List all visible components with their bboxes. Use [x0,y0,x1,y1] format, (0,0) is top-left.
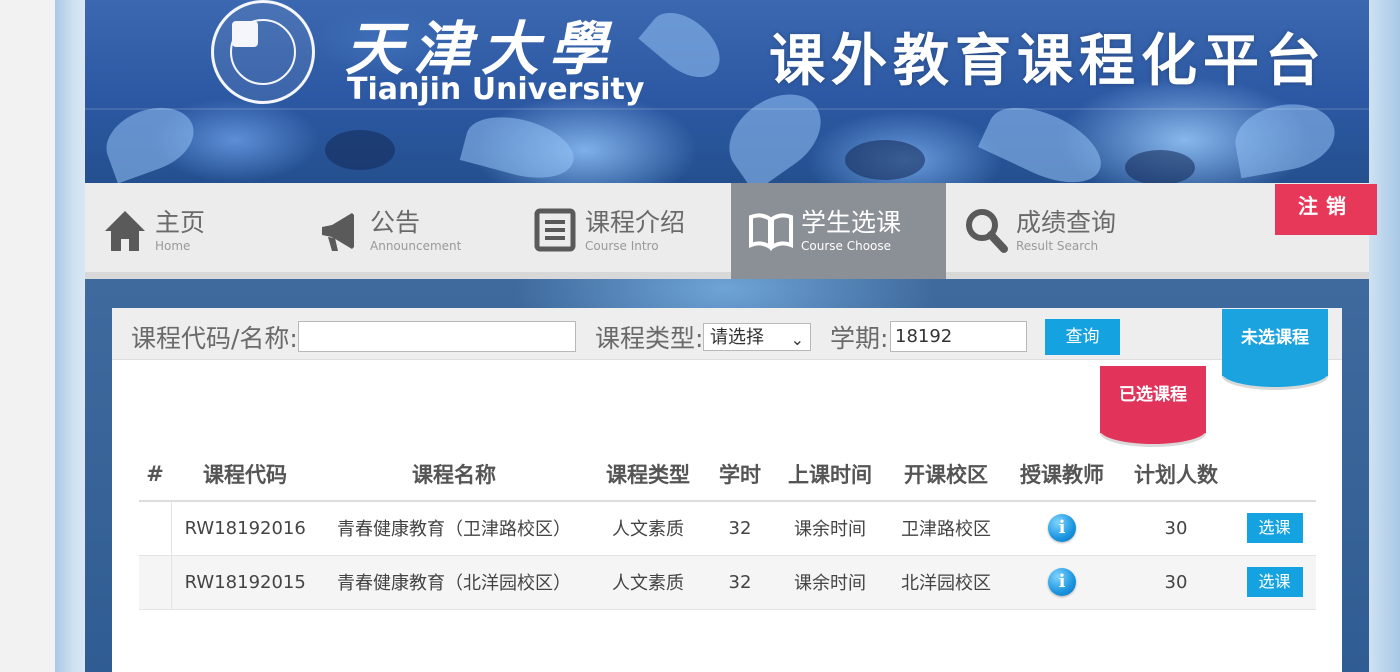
header-banner: 天津大學 Tianjin University 课外教育课程化平台 [85,0,1369,183]
course-planned: 30 [1119,501,1233,556]
action-cell: 选课 [1233,501,1316,556]
course-code-label: 课程代码/名称: [131,324,298,353]
nav-announcement-sublabel: Announcement [370,239,462,253]
nav-course-choose-label: 学生选课 [801,208,902,237]
nav-course-intro-sublabel: Course Intro [585,239,659,253]
chevron-down-icon: ⌄ [790,330,804,349]
book-icon [749,207,793,253]
col-header-name: 课程名称 [319,448,589,502]
nav-home-label: 主页 [155,208,206,237]
info-icon[interactable]: i [1048,514,1076,543]
nav-home-sublabel: Home [155,239,191,253]
course-type: 人文素质 [589,555,707,610]
table-row: RW18192015 青春健康教育（北洋园校区） 人文素质 32 课余时间 北洋… [139,555,1316,610]
term-label: 学期: [830,324,889,353]
table-row: RW18192016 青春健康教育（卫津路校区） 人文素质 32 课余时间 卫津… [139,501,1316,556]
course-table: # 课程代码 课程名称 课程类型 学时 上课时间 开课校区 授课教师 计划人数 … [139,448,1316,610]
tab-selected-courses[interactable]: 已选课程 [1100,366,1206,444]
course-campus: 北洋园校区 [887,555,1005,610]
search-icon [964,207,1008,253]
right-border-decoration [1369,0,1400,672]
action-cell: 选课 [1233,555,1316,610]
course-code: RW18192016 [171,501,319,556]
col-header-index: # [139,448,171,502]
row-index [139,501,172,556]
nav-result-search-sublabel: Result Search [1016,239,1099,253]
search-bar: 课程代码/名称: 课程类型: 请选择 ⌄ 学期: 查询 [112,308,1342,360]
course-hours: 32 [707,555,773,610]
course-planned: 30 [1119,555,1233,610]
tab-unselected-courses[interactable]: 未选课程 [1222,309,1328,387]
course-name: 青春健康教育（卫津路校区） [319,501,589,556]
nav-course-choose[interactable]: 学生选课 Course Choose [731,183,946,279]
col-header-campus: 开课校区 [887,448,1005,502]
course-time: 课余时间 [773,501,887,556]
table-header-row: # 课程代码 课程名称 课程类型 学时 上课时间 开课校区 授课教师 计划人数 [139,448,1316,502]
home-icon [103,207,147,253]
teacher-cell: i [1005,501,1119,556]
course-code-input[interactable] [298,321,576,352]
nav-announcement[interactable]: 公告 Announcement [300,183,515,272]
nav-home[interactable]: 主页 Home [85,183,300,272]
course-type: 人文素质 [589,501,707,556]
university-seal-logo [211,0,315,104]
nav-course-intro[interactable]: 课程介绍 Course Intro [515,183,730,272]
query-button[interactable]: 查询 [1045,319,1120,355]
main-nav: 主页 Home 公告 Announcement 课程介绍 Course Intr… [85,183,1369,279]
course-code: RW18192015 [171,555,319,610]
course-hours: 32 [707,501,773,556]
logout-button[interactable]: 注销 [1275,184,1377,235]
col-header-time: 上课时间 [773,448,887,502]
col-header-planned: 计划人数 [1119,448,1233,502]
col-header-type: 课程类型 [589,448,707,502]
nav-result-search-label: 成绩查询 [1016,208,1117,237]
nav-course-choose-sublabel: Course Choose [801,239,892,253]
course-campus: 卫津路校区 [887,501,1005,556]
col-header-action [1233,448,1316,502]
col-header-hours: 学时 [707,448,773,502]
choose-course-button[interactable]: 选课 [1246,567,1303,597]
left-border-decoration [55,0,85,672]
course-type-selected: 请选择 [710,327,764,348]
info-icon[interactable]: i [1048,568,1076,596]
megaphone-icon [318,207,362,253]
choose-course-button[interactable]: 选课 [1246,513,1303,544]
teacher-cell: i [1005,555,1119,610]
university-name-en: Tianjin University [347,72,645,107]
term-input[interactable] [890,321,1027,352]
nav-course-intro-label: 课程介绍 [585,208,686,237]
document-icon [533,207,577,253]
platform-title: 课外教育课程化平台 [769,28,1327,94]
row-index [139,555,172,610]
course-type-label: 课程类型: [595,324,704,353]
nav-announcement-label: 公告 [370,208,421,237]
col-header-teacher: 授课教师 [1005,448,1119,502]
course-time: 课余时间 [773,555,887,610]
nav-result-search[interactable]: 成绩查询 Result Search [946,183,1161,272]
course-type-select[interactable]: 请选择 ⌄ [703,323,811,351]
col-header-code: 课程代码 [171,448,319,502]
course-name: 青春健康教育（北洋园校区） [319,555,589,610]
